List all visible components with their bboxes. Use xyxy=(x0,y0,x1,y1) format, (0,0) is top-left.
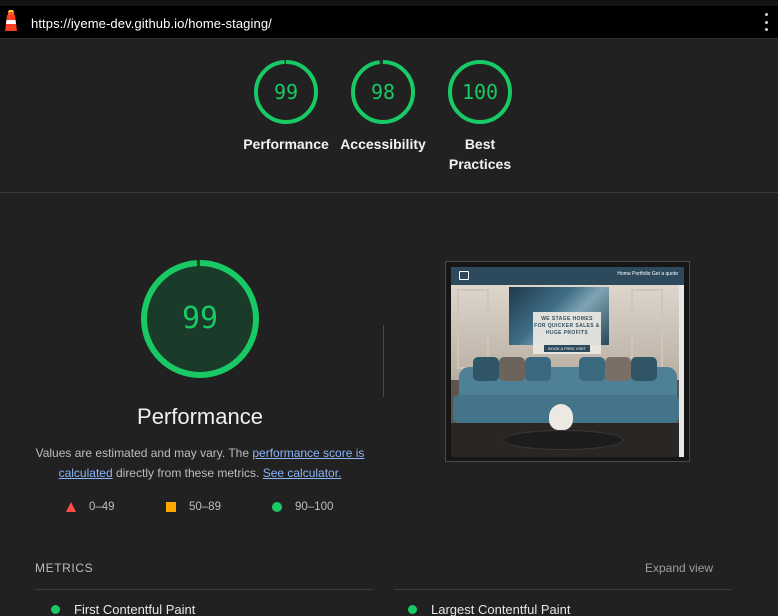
pass-circle-icon xyxy=(408,604,417,614)
circle-icon xyxy=(272,502,282,512)
home-icon xyxy=(459,271,469,280)
legend-range: 0–49 xyxy=(89,501,115,513)
performance-gauge: 99 xyxy=(139,258,261,380)
score-label: Best Practices xyxy=(425,134,535,174)
more-options-icon[interactable] xyxy=(760,13,772,31)
metric-largest-contentful-paint[interactable]: Largest Contentful Paint xyxy=(408,602,570,616)
hero-button: BOOK A FREE VISIT xyxy=(544,345,590,352)
legend-average: 50–89 xyxy=(166,499,221,515)
score-label-line2: Practices xyxy=(448,156,512,172)
final-screenshot[interactable]: WE STAGE HOMES FOR QUICKER SALES & HUGE … xyxy=(445,261,690,462)
legend-fail: 0–49 xyxy=(66,499,115,515)
score-value: 99 xyxy=(273,80,299,104)
screenshot-flowers xyxy=(549,404,573,430)
gauge-best-practices[interactable]: 100 Best Practices xyxy=(425,59,535,174)
legend-range: 90–100 xyxy=(295,501,334,513)
score-value: 100 xyxy=(461,80,499,104)
pillow xyxy=(605,357,631,381)
screenshot-nav-links: Home Portfolio Get a quote xyxy=(617,271,678,277)
report-url[interactable]: https://iyeme-dev.github.io/home-staging… xyxy=(31,16,272,31)
legend-pass: 90–100 xyxy=(272,499,333,515)
pillow xyxy=(473,357,499,381)
metric-name: First Contentful Paint xyxy=(74,601,196,616)
summary-scores: 99 Performance 98 Accessibility 100 Best… xyxy=(0,39,778,193)
score-label: Accessibility xyxy=(340,136,426,152)
performance-title: Performance xyxy=(137,404,263,429)
vertical-divider xyxy=(383,325,384,397)
metrics-divider xyxy=(35,589,373,590)
gauge-performance[interactable]: 99 Performance xyxy=(231,59,341,154)
hero-line: FOR QUICKER SALES & xyxy=(534,323,600,329)
screenshot-table xyxy=(503,430,623,450)
hero-heading: WE STAGE HOMES FOR QUICKER SALES & HUGE … xyxy=(533,316,601,337)
top-bar: https://iyeme-dev.github.io/home-staging… xyxy=(0,0,778,39)
square-icon xyxy=(166,502,176,512)
metrics-divider xyxy=(394,589,732,590)
calculator-link[interactable]: See calculator. xyxy=(263,466,342,480)
screenshot-scrollbar xyxy=(679,285,684,457)
pass-circle-icon xyxy=(51,604,60,614)
expand-view-button[interactable]: Expand view xyxy=(645,561,713,575)
screenshot-hero-box: WE STAGE HOMES FOR QUICKER SALES & HUGE … xyxy=(533,312,601,354)
gauge-accessibility[interactable]: 98 Accessibility xyxy=(328,59,438,154)
metric-name: Largest Contentful Paint xyxy=(431,601,571,616)
browser-chrome-strip xyxy=(0,0,778,6)
screenshot-nav: Home Portfolio Get a quote xyxy=(451,267,684,285)
pillow xyxy=(631,357,657,381)
pillow xyxy=(579,357,605,381)
hero-line: HUGE PROFITS xyxy=(545,330,589,336)
description-text: directly from these metrics. xyxy=(112,466,263,480)
gauge-ring: 99 xyxy=(253,59,319,125)
lighthouse-logo-icon xyxy=(5,10,17,31)
triangle-icon xyxy=(66,502,76,512)
description-text: Values are estimated and may vary. The xyxy=(35,446,253,460)
hero-line: WE STAGE HOMES xyxy=(541,316,593,322)
score-value: 98 xyxy=(370,80,396,104)
metrics-title: METRICS xyxy=(35,561,94,575)
performance-score: 99 xyxy=(181,301,219,336)
pillow xyxy=(525,357,551,381)
metric-first-contentful-paint[interactable]: First Contentful Paint xyxy=(51,602,195,616)
legend-range: 50–89 xyxy=(189,501,221,513)
score-label: Performance xyxy=(243,136,329,152)
gauge-ring: 100 xyxy=(447,59,513,125)
performance-description: Values are estimated and may vary. The p… xyxy=(30,443,370,483)
pillow xyxy=(499,357,525,381)
score-label-line1: Best xyxy=(464,136,496,152)
screenshot-image: WE STAGE HOMES FOR QUICKER SALES & HUGE … xyxy=(451,267,684,457)
gauge-ring: 98 xyxy=(350,59,416,125)
